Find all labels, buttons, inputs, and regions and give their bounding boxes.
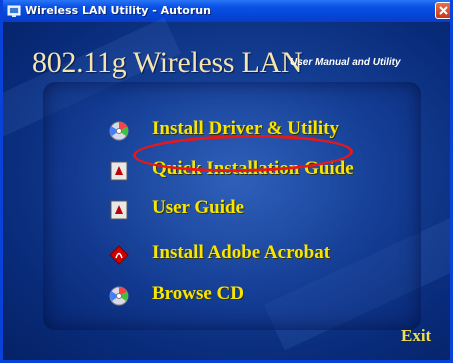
exit-button[interactable]: Exit: [401, 326, 431, 346]
cd-icon: [109, 286, 129, 306]
menu-item-label: Browse CD: [152, 283, 245, 304]
close-button[interactable]: [435, 2, 450, 19]
menu-item-label: User Guide: [152, 197, 245, 218]
menu-item-label: Install Adobe Acrobat: [152, 242, 331, 263]
title-bar[interactable]: Wireless LAN Utility - Autorun: [3, 0, 450, 22]
window-title: Wireless LAN Utility - Autorun: [25, 4, 211, 17]
pdf-document-icon: [109, 161, 129, 181]
autorun-window: Wireless LAN Utility - Autorun 802.11g W…: [0, 0, 453, 363]
adobe-acrobat-icon: [109, 245, 129, 265]
close-icon: [439, 6, 448, 15]
product-title: 802.11g Wireless LAN: [32, 46, 303, 79]
autorun-content: 802.11g Wireless LAN User Manual and Uti…: [3, 17, 450, 360]
cd-icon: [109, 121, 129, 141]
product-subtitle: User Manual and Utility: [290, 57, 401, 68]
app-icon: [7, 4, 21, 18]
pdf-document-icon: [109, 200, 129, 220]
